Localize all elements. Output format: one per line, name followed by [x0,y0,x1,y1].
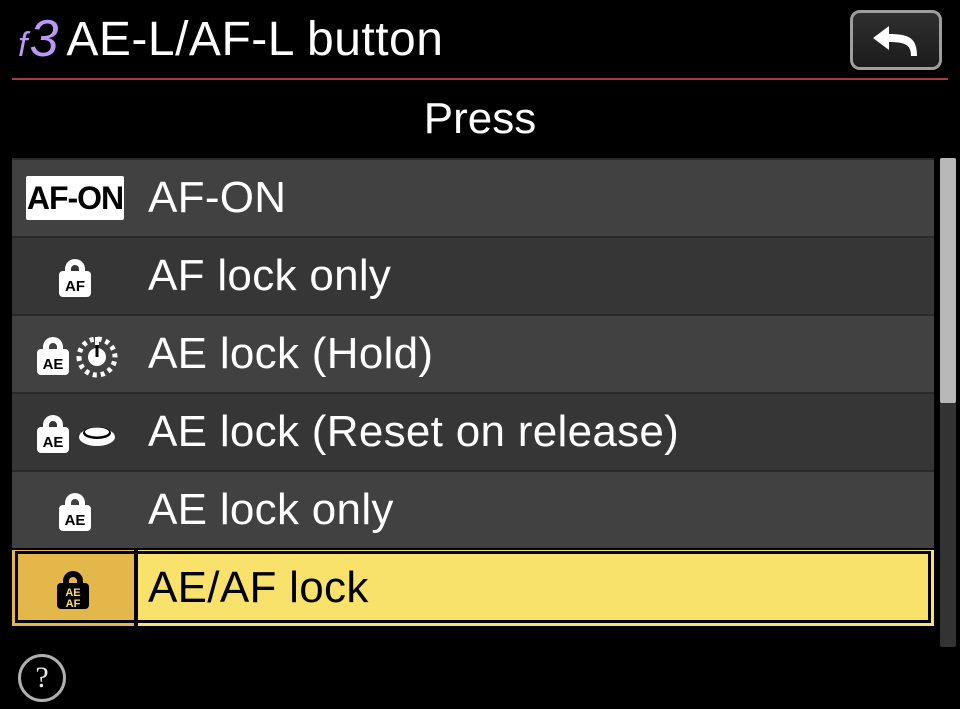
lock-ae-reset-icon [12,394,138,470]
lock-ae-hold-icon [12,316,138,392]
help-icon: ? [35,661,48,695]
section-label: Press [0,80,960,158]
menu-index-number: 3 [29,13,58,65]
option-row[interactable]: AF-ON [12,158,934,236]
menu-title: AE-L/AF-L button [66,12,443,67]
option-label: AF lock only [138,251,391,301]
options-list: AF-ON AF lock only AE lock (Hold) AE lock (… [12,158,934,647]
option-row[interactable]: AE lock only [12,470,934,548]
option-label: AF-ON [138,173,286,223]
back-button[interactable] [850,10,942,70]
lock-af-icon [12,238,138,314]
camera-menu-screen: f 3 AE-L/AF-L button Press AF-ON AF lock … [0,0,960,709]
option-row[interactable]: AE lock (Reset on release) [12,392,934,470]
lock-ae-icon [12,472,138,548]
scrollbar-thumb[interactable] [940,158,956,403]
option-row[interactable]: AF lock only [12,236,934,314]
option-row[interactable]: AE lock (Hold) [12,314,934,392]
scrollbar[interactable] [940,158,956,647]
menu-header: f 3 AE-L/AF-L button [0,0,960,78]
option-label: AE lock (Reset on release) [138,407,679,457]
options-list-area: AF-ON AF lock only AE lock (Hold) AE lock (… [0,158,960,647]
option-label: AE/AF lock [138,563,369,613]
option-label: AE lock only [138,485,394,535]
help-button[interactable]: ? [18,654,66,702]
option-row[interactable]: AE/AF lock [12,548,934,626]
back-arrow-icon [869,20,923,60]
menu-index: f 3 [18,13,58,65]
menu-index-letter: f [18,28,27,62]
footer: ? [0,647,960,709]
option-label: AE lock (Hold) [138,329,433,379]
afon-icon [12,160,138,236]
lock-aeaf-icon [12,550,138,626]
